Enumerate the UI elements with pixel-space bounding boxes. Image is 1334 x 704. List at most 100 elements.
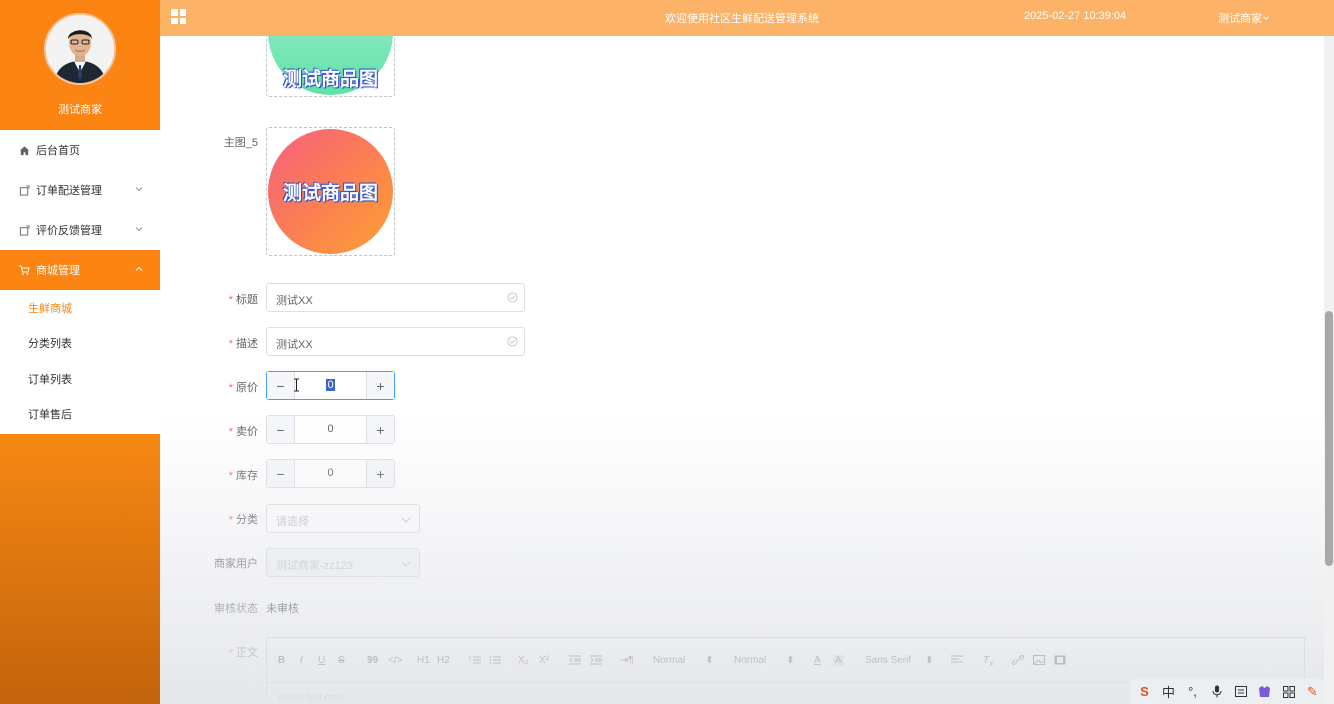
user-menu[interactable]: 测试商家 xyxy=(1218,10,1270,26)
sidebar-subitem-order-list[interactable]: 订单列表 xyxy=(0,361,160,397)
sogou-logo-icon[interactable]: S xyxy=(1137,684,1152,699)
title-label: * 标题 xyxy=(228,294,258,306)
text-cursor-icon xyxy=(293,378,300,395)
ime-toolbar: S 中 °, ✎ xyxy=(1130,679,1324,704)
avatar xyxy=(44,13,116,85)
chevron-down-icon xyxy=(134,184,144,194)
profile-name: 测试商家 xyxy=(58,104,102,116)
check-circle-icon xyxy=(507,292,518,303)
italic-button[interactable]: I xyxy=(300,655,303,666)
link-icon[interactable] xyxy=(1011,654,1025,668)
sidebar-subitem-fresh-mall[interactable]: 生鲜商城 xyxy=(0,290,160,326)
image-text: 测试商品图 xyxy=(282,183,378,204)
header-select[interactable]: Normal ⬍ xyxy=(734,655,795,666)
h2-button[interactable]: H2 xyxy=(437,655,450,666)
body-label: * 正文 xyxy=(228,647,258,659)
image-5-label: 主图_5 xyxy=(223,137,258,149)
desc-value: 测试XX xyxy=(276,339,313,351)
sidebar-item-home[interactable]: 后台首页 xyxy=(0,130,160,170)
sidebar-item-label: 评价反馈管理 xyxy=(36,225,102,237)
sidebar-subitem-category-list[interactable]: 分类列表 xyxy=(0,326,160,362)
code-button[interactable]: </> xyxy=(388,655,402,666)
cart-icon xyxy=(18,264,30,276)
bold-button[interactable]: B xyxy=(278,655,285,666)
orig-price-label: * 原价 xyxy=(228,382,258,394)
desc-input[interactable]: 测试XX xyxy=(266,327,525,356)
sidebar-subitem-after-sale[interactable]: 订单售后 xyxy=(0,397,160,433)
skin-icon[interactable] xyxy=(1257,684,1272,699)
box-icon xyxy=(18,184,30,196)
ordered-list-icon[interactable] xyxy=(469,655,481,668)
h1-button[interactable]: H1 xyxy=(417,655,430,666)
image-text: 测试商品图 xyxy=(282,69,378,90)
sidebar-item-label: 订单配送管理 xyxy=(36,185,102,197)
category-placeholder: 请选择 xyxy=(276,516,309,528)
user-name: 测试商家 xyxy=(1218,13,1262,25)
microphone-icon[interactable] xyxy=(1209,684,1224,699)
sidebar-item-feedback[interactable]: 评价反馈管理 xyxy=(0,210,160,250)
indent-icon[interactable] xyxy=(590,655,602,668)
product-image: 测试商品图 xyxy=(268,129,393,254)
sidebar-menu: 后台首页 订单配送管理 评价反馈管理 商城管理 生鲜商城 分类列表 订单列表 订… xyxy=(0,130,160,434)
sale-price-label: * 卖价 xyxy=(228,426,258,438)
font-color-icon[interactable]: A xyxy=(814,655,821,666)
ime-mode-indicator[interactable]: 中 xyxy=(1161,684,1176,700)
stock-label: * 库存 xyxy=(228,470,258,482)
main-content: 测试商品图 主图_5 测试商品图 * 标题 测试XX * 描述 测试XX * 原价 −… xyxy=(160,36,1324,704)
size-select[interactable]: Normal ⬍ xyxy=(653,655,714,666)
app-title: 欢迎使用社区生鲜配送管理系统 xyxy=(665,13,819,25)
stock-stepper[interactable]: − 0 + xyxy=(266,459,395,488)
menu-toggle-icon[interactable] xyxy=(171,9,186,24)
clear-format-icon[interactable]: Tx xyxy=(983,655,993,668)
superscript-button[interactable]: X² xyxy=(539,655,549,666)
increment-button[interactable]: + xyxy=(366,416,394,443)
sidebar-item-label: 后台首页 xyxy=(36,145,80,157)
decrement-button[interactable]: − xyxy=(267,460,295,487)
increment-button[interactable]: + xyxy=(366,460,394,487)
home-icon xyxy=(18,144,30,156)
divider xyxy=(0,432,160,434)
category-select[interactable]: 请选择 xyxy=(266,504,420,533)
orig-price-value[interactable]: 0 xyxy=(295,379,366,391)
underline-button[interactable]: U xyxy=(318,655,325,666)
profile-panel: 测试商家 xyxy=(0,0,160,130)
punctuation-icon[interactable]: °, xyxy=(1185,684,1200,699)
category-label: * 分类 xyxy=(228,514,258,526)
background-color-icon[interactable]: A xyxy=(833,655,844,666)
subscript-button[interactable]: X₂ xyxy=(518,655,529,666)
chevron-down-icon xyxy=(1262,13,1270,25)
strike-button[interactable]: S xyxy=(338,655,345,666)
sale-price-stepper[interactable]: − 0 + xyxy=(266,415,395,444)
sale-price-value[interactable]: 0 xyxy=(295,423,366,435)
sidebar-item-delivery[interactable]: 订单配送管理 xyxy=(0,170,160,210)
outdent-icon[interactable] xyxy=(569,655,581,668)
status-value: 未审核 xyxy=(266,603,299,615)
rtl-icon[interactable]: ⇥¶ xyxy=(620,655,634,666)
scrollbar-thumb[interactable] xyxy=(1325,311,1333,566)
bullet-list-icon[interactable] xyxy=(489,655,501,668)
desc-label: * 描述 xyxy=(228,338,258,350)
image-upload-4[interactable]: 测试商品图 xyxy=(266,36,395,97)
orig-price-stepper[interactable]: − 0 + xyxy=(266,371,395,400)
image-upload-5[interactable]: 测试商品图 xyxy=(266,127,395,256)
blockquote-button[interactable]: 99 xyxy=(367,655,378,666)
align-icon[interactable] xyxy=(951,655,963,668)
decrement-button[interactable]: − xyxy=(267,372,295,399)
decrement-button[interactable]: − xyxy=(267,416,295,443)
sidebar-item-mall[interactable]: 商城管理 xyxy=(0,250,160,290)
title-value: 测试XX xyxy=(276,295,313,307)
merchant-select: 测试商家-zz123 xyxy=(266,548,420,577)
image-icon[interactable] xyxy=(1033,655,1045,668)
increment-button[interactable]: + xyxy=(366,372,394,399)
sidebar-submenu: 生鲜商城 分类列表 订单列表 订单售后 xyxy=(0,290,160,432)
title-input[interactable]: 测试XX xyxy=(266,283,525,312)
font-select[interactable]: Sans Serif ⬍ xyxy=(865,655,934,666)
box-icon xyxy=(18,224,30,236)
chevron-down-icon xyxy=(401,515,411,523)
keyboard-icon[interactable] xyxy=(1233,684,1248,699)
tool-icon[interactable]: ✎ xyxy=(1305,684,1320,699)
check-circle-icon xyxy=(507,336,518,347)
stock-value[interactable]: 0 xyxy=(295,467,366,479)
video-icon[interactable] xyxy=(1054,655,1066,668)
grid-apps-icon[interactable] xyxy=(1281,684,1296,699)
